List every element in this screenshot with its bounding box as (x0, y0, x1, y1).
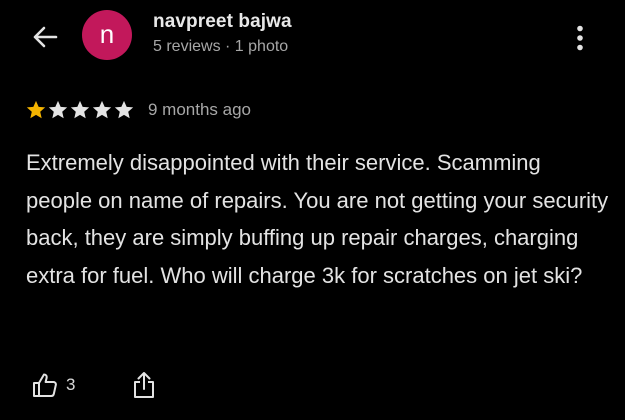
review-time: 9 months ago (148, 100, 252, 119)
reviewer-meta: 5 reviews · 1 photo (153, 38, 289, 55)
avatar-initial: n (99, 19, 115, 49)
share-button[interactable] (130, 370, 158, 400)
rating-row: 9 months ago (25, 99, 251, 121)
share-icon (134, 372, 154, 398)
more-vert-icon (577, 25, 583, 51)
thumb-up-icon (33, 373, 57, 397)
star-empty-icon (70, 100, 90, 119)
star-empty-icon (48, 100, 68, 119)
review-text: Extremely disappointed with their servic… (26, 150, 609, 288)
like-button[interactable]: 3 (32, 370, 75, 400)
reviewer-name[interactable]: navpreet bajwa (153, 11, 292, 33)
like-count: 3 (66, 375, 76, 394)
star-rating (25, 99, 135, 121)
star-empty-icon (114, 100, 134, 119)
back-button[interactable] (24, 20, 66, 54)
star-empty-icon (92, 100, 112, 119)
more-options-button[interactable] (566, 20, 594, 56)
arrow-back-icon (33, 26, 58, 48)
avatar[interactable]: n (82, 10, 132, 60)
star-filled-icon (26, 100, 46, 119)
